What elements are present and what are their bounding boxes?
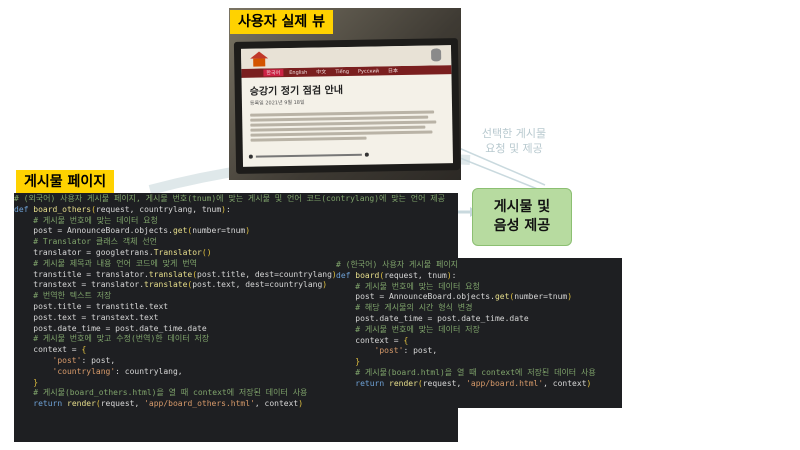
code-line: def board_others(request, countrylang, t… xyxy=(14,204,231,214)
database-icon xyxy=(431,48,442,62)
request-label: 선택한 게시물 요청 및 제공 xyxy=(481,127,547,155)
menu-item: 日本 xyxy=(387,68,399,75)
user-view-label: 사용자 실제 뷰 xyxy=(230,10,334,34)
code-line: post = AnnounceBoard.objects.get(number=… xyxy=(14,226,251,236)
code-line: # 게시물(board.html)을 열 때 context에 저장된 데이터 … xyxy=(355,367,596,377)
menu-item: 中文 xyxy=(316,69,327,76)
code-line: # 게시물 번호에 맞는 데이터 요청 xyxy=(33,215,158,225)
menu-item: English xyxy=(289,69,308,76)
menu-item: Tiếng xyxy=(335,68,350,75)
board-page-label: 게시물 페이지 xyxy=(16,170,115,194)
device-bezel: 한국어 English 中文 Tiếng Русский 日本 승강기 정기 점… xyxy=(233,38,461,174)
screen-header xyxy=(240,45,452,69)
code-line: # 해당 게시물의 시간 형식 변경 xyxy=(355,303,473,313)
code-line: return render(request, 'app/board.html',… xyxy=(355,378,592,388)
code-board: # (한국어) 사용자 게시물 페이지 def board(request, tn… xyxy=(336,258,622,408)
menu-item: Русский xyxy=(357,67,380,75)
notice-body xyxy=(242,106,453,146)
code-line: post = AnnounceBoard.objects.get(number=… xyxy=(336,292,573,302)
device-screen: 한국어 English 中文 Tiếng Русский 日本 승강기 정기 점… xyxy=(240,45,454,167)
volume-icon xyxy=(364,152,369,157)
code-line: # Translator 클래스 객체 선언 xyxy=(33,237,158,247)
play-icon xyxy=(248,154,253,159)
code-line: context = { xyxy=(336,335,409,345)
audio-track xyxy=(255,153,362,158)
code-line: # (한국어) 사용자 게시물 페이지 xyxy=(336,260,459,269)
code-line: # 게시물 번호에 맞는 데이터 요청 xyxy=(355,281,480,291)
code-line: post.date_time = post.date_time.date xyxy=(336,313,529,323)
menu-item: 한국어 xyxy=(263,69,284,77)
code-line: 'post': post, xyxy=(374,346,438,356)
code-line: def board(request, tnum): xyxy=(336,270,457,280)
code-line: } xyxy=(355,357,361,367)
code-line: # (외국어) 사용자 게시물 페이지, 게시물 번호(tnum)에 맞는 게시… xyxy=(14,194,445,203)
post-audio-box: 게시물 및 음성 제공 xyxy=(472,188,572,246)
code-line: # 게시물 번호에 맞는 데이터 저장 xyxy=(355,324,480,334)
audio-player xyxy=(248,151,369,161)
